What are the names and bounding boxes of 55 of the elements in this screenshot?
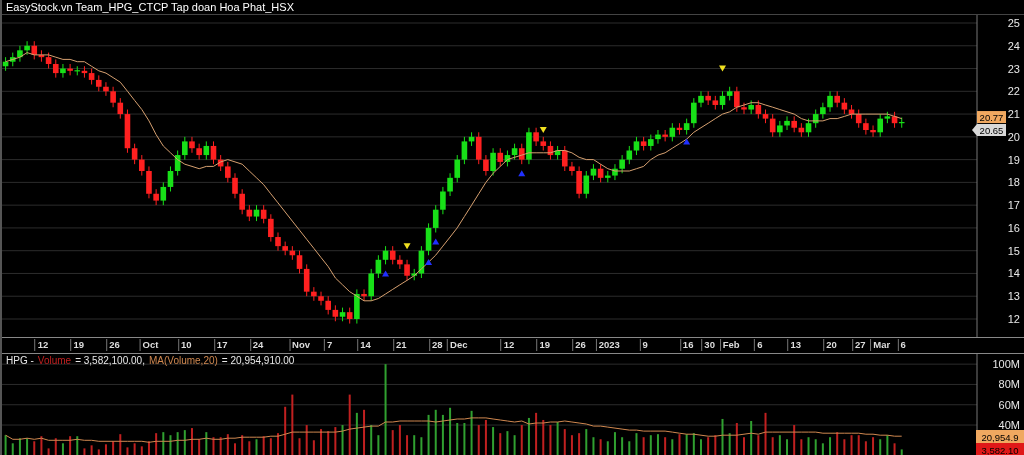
date-label: 7: [324, 339, 333, 351]
date-label: 14: [357, 339, 371, 351]
legend-text: = 20,954,910.00: [221, 355, 295, 366]
date-label: 12: [34, 339, 49, 351]
date-label: 6: [754, 339, 763, 351]
date-label: 12: [500, 339, 515, 351]
date-label: Mar: [870, 339, 891, 351]
axis-label: 23: [1007, 62, 1020, 75]
date-label: 20: [823, 339, 837, 351]
date-label: 13: [787, 339, 801, 351]
date-label: 2023: [595, 339, 620, 351]
axis-label: 100M: [992, 358, 1020, 371]
date-label: 26: [106, 339, 120, 351]
date-label: Feb: [719, 339, 740, 351]
date-label: 16: [679, 339, 694, 351]
axis-label: 16: [1007, 221, 1020, 234]
date-label: 24: [249, 339, 264, 351]
average-price-tag: 20.77: [977, 111, 1006, 124]
date-label: Nov: [289, 339, 310, 351]
average-volume-tag: 20,954.9: [976, 430, 1024, 443]
last-volume-tag: 3,582.10: [976, 443, 1024, 455]
axis-label: 19: [1007, 153, 1020, 166]
legend-text: Volume: [37, 355, 72, 366]
axis-label: 13: [1007, 290, 1020, 303]
date-label: 27: [851, 339, 866, 351]
date-label: 26: [572, 339, 586, 351]
date-label: 9: [639, 339, 648, 351]
axis-label: 40M: [998, 419, 1020, 432]
axis-label: 12: [1007, 313, 1020, 325]
date-label: 17: [213, 339, 228, 351]
axis-label: 14: [1007, 267, 1020, 280]
last-price-tag: 20.65: [972, 124, 1006, 137]
axis-label: 24: [1007, 39, 1020, 52]
window-title: EasyStock.vn Team_HPG_CTCP Tap doan Hoa Phat_HSX: [6, 1, 294, 13]
axis-label: 15: [1007, 244, 1020, 257]
date-label: 19: [70, 339, 85, 351]
axis-label: 22: [1007, 85, 1020, 98]
legend-text: MA(Volume,20): [148, 355, 218, 366]
axis-label: 20: [1007, 130, 1020, 143]
date-label: 30: [701, 339, 715, 351]
axis-label: 60M: [998, 398, 1020, 411]
date-label: 10: [178, 339, 192, 351]
axis-label: 21: [1007, 108, 1020, 121]
date-label: 19: [536, 339, 551, 351]
axis-label: 18: [1007, 176, 1020, 189]
date-label: 6: [897, 339, 906, 351]
date-label: Dec: [447, 339, 468, 351]
date-label: Oct: [139, 339, 159, 351]
legend-text: HPG -: [6, 355, 34, 366]
date-label: 28: [428, 339, 443, 351]
axis-label: 17: [1007, 199, 1020, 212]
axis-label: 80M: [998, 378, 1020, 391]
axis-label: 25: [1007, 17, 1020, 29]
date-label: 21: [393, 339, 407, 351]
legend-text: = 3,582,100.00,: [75, 355, 145, 366]
